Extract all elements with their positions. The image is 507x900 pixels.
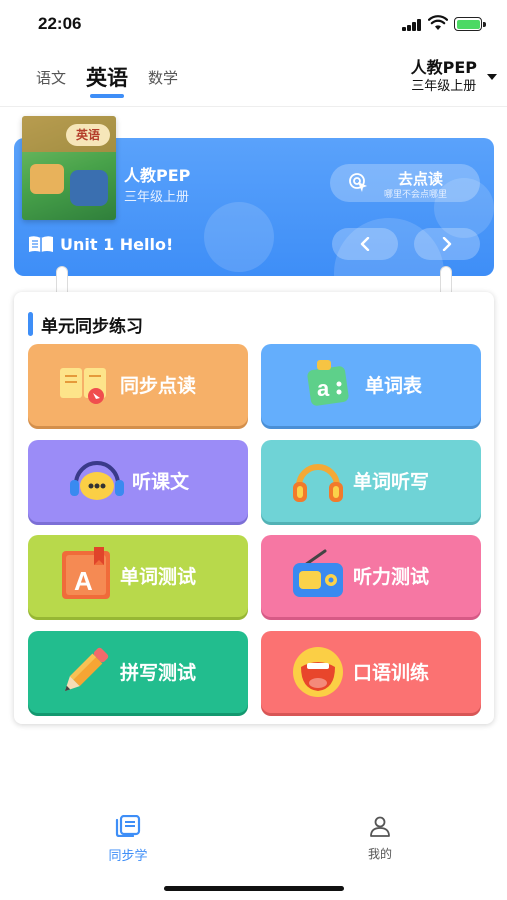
home-indicator: [164, 886, 344, 891]
person-icon: [370, 816, 390, 837]
nav-label: 我的: [367, 847, 392, 861]
headphones-icon: [293, 464, 343, 502]
unit-label: Unit 1 Hello!: [60, 234, 174, 254]
tile-label: 口语训练: [353, 662, 430, 684]
tile-sync-read[interactable]: 同步点读: [28, 344, 248, 426]
textbook-cover[interactable]: 英语: [22, 116, 116, 220]
nav-mine[interactable]: 我的: [340, 815, 420, 862]
cellular-signal-icon: [402, 19, 422, 31]
tile-listening-test[interactable]: 听力测试: [261, 535, 481, 617]
word-list-icon: a: [307, 360, 349, 406]
prev-unit-button[interactable]: [332, 228, 398, 260]
header-divider: [0, 106, 507, 107]
textbook-grade: 三年级上册: [411, 79, 477, 94]
tile-label: 听力测试: [353, 566, 430, 588]
subject-tabs: 语文 英语 数学: [36, 58, 178, 98]
tab-chinese[interactable]: 语文: [36, 67, 66, 98]
section-title-text: 单元同步练习: [41, 316, 143, 337]
tile-label: 听课文: [132, 471, 190, 493]
textbook-selector[interactable]: 人教PEP 三年级上册: [410, 58, 497, 96]
book-stack-icon: [115, 814, 141, 838]
cover-title: 英语: [66, 124, 110, 146]
chevron-left-icon: [360, 237, 370, 251]
practice-section-title: 单元同步练习: [28, 312, 143, 337]
section-accent-bar: [28, 312, 33, 336]
nav-sync-study[interactable]: 同步学: [88, 814, 168, 864]
svg-text:A: A: [74, 566, 93, 596]
tile-spelling-test[interactable]: 拼写测试: [28, 631, 248, 713]
caret-down-icon: [487, 74, 497, 80]
chevron-right-icon: [442, 237, 452, 251]
svg-text:a: a: [317, 376, 330, 401]
tile-label: 拼写测试: [120, 662, 197, 684]
status-bar: 22:06: [0, 0, 507, 48]
go-read-label: 去点读: [398, 170, 444, 188]
battery-icon: [454, 17, 486, 31]
tile-word-dictation[interactable]: 单词听写: [261, 440, 481, 522]
tile-label: 单词测试: [120, 566, 197, 588]
tile-word-list[interactable]: a 单词表: [261, 344, 481, 426]
go-read-button[interactable]: 去点读 哪里不会点哪里: [330, 164, 480, 202]
unit-title: Unit 1 Hello!: [28, 232, 173, 256]
open-book-icon: [29, 236, 53, 252]
sync-read-icon: [60, 368, 106, 404]
status-time: 22:06: [38, 14, 82, 33]
banner-book-name: 人教PEP: [124, 166, 191, 185]
tile-label: 单词表: [365, 375, 423, 397]
mouth-icon: [293, 647, 343, 697]
wifi-icon: [428, 15, 448, 30]
pencil-icon: [64, 647, 109, 692]
word-test-icon: A: [62, 547, 110, 599]
listen-text-icon: [70, 461, 124, 500]
tab-math[interactable]: 数学: [148, 67, 178, 98]
radio-icon: [293, 549, 343, 597]
tab-english[interactable]: 英语: [86, 62, 128, 98]
textbook-name: 人教PEP: [410, 58, 477, 77]
next-unit-button[interactable]: [414, 228, 480, 260]
tile-label: 单词听写: [353, 471, 430, 493]
tile-listen-text[interactable]: 听课文: [28, 440, 248, 522]
touch-point-icon: [349, 173, 367, 192]
bottom-navigation: 同步学 我的: [0, 800, 507, 900]
go-read-sublabel: 哪里不会点哪里: [384, 190, 448, 200]
nav-label: 同步学: [108, 849, 148, 864]
tile-label: 同步点读: [120, 375, 197, 397]
banner-book-grade: 三年级上册: [124, 190, 190, 205]
tile-word-test[interactable]: A 单词测试: [28, 535, 248, 617]
tile-speaking-practice[interactable]: 口语训练: [261, 631, 481, 713]
